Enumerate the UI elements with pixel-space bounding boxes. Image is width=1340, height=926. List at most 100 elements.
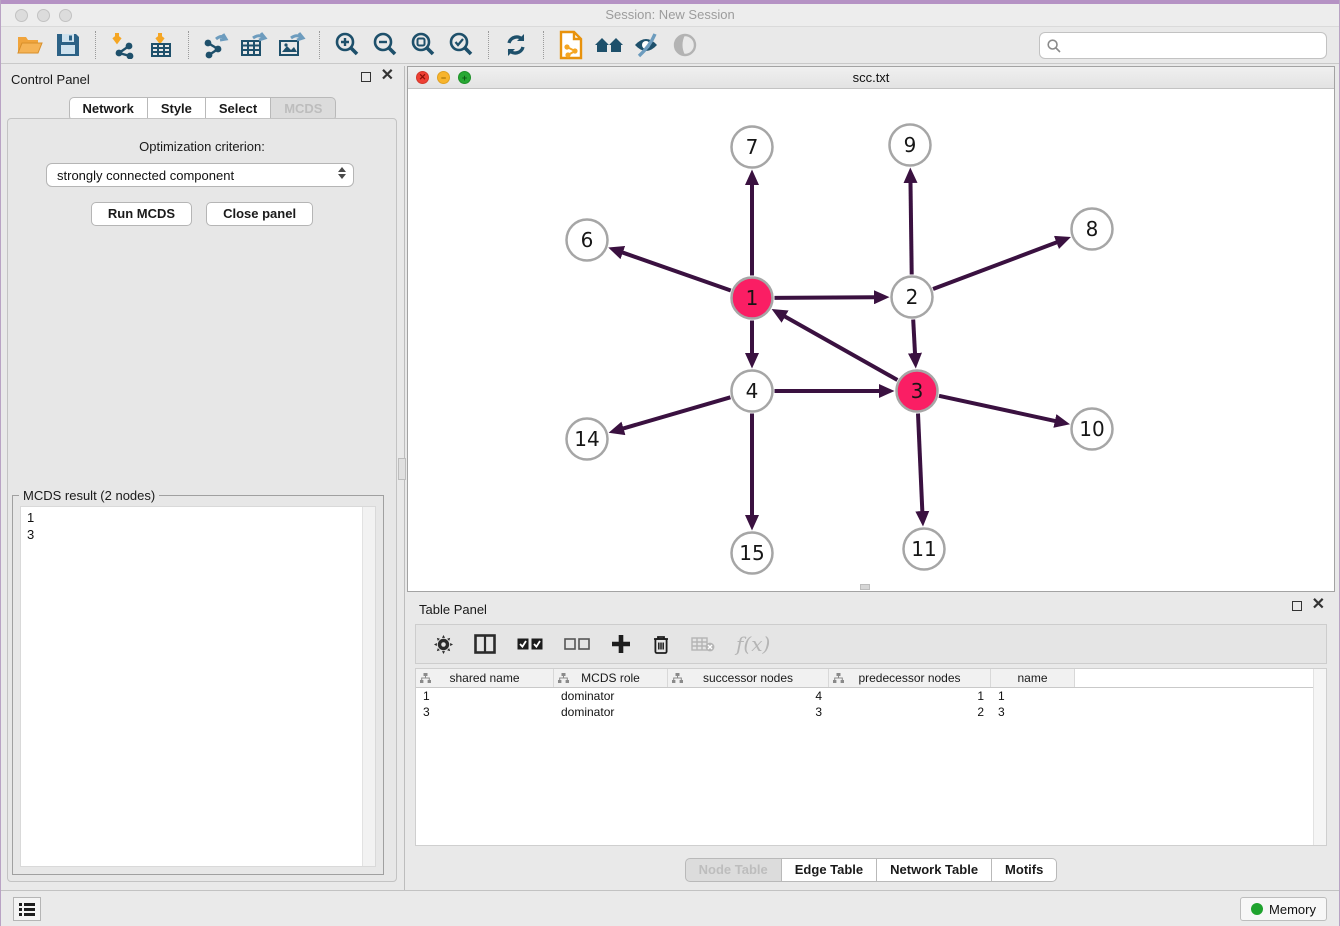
toolbar-separator (543, 31, 544, 59)
mcds-result-group: MCDS result (2 nodes) 1 3 (12, 495, 384, 875)
cell-successor_nodes[interactable]: 4 (668, 688, 829, 704)
graph-node-label: 4 (746, 379, 759, 403)
graph-node-11[interactable]: 11 (904, 529, 945, 570)
column-header-label: name (1017, 671, 1047, 685)
session-title: Session: New Session (1, 7, 1339, 22)
apply-layout-icon[interactable] (500, 30, 532, 60)
home-view-icon[interactable] (593, 30, 625, 60)
zoom-fit-icon[interactable] (407, 30, 439, 60)
tab-edge-table[interactable]: Edge Table (782, 858, 877, 882)
export-table-icon[interactable] (238, 30, 270, 60)
graph-edge-2-3[interactable] (913, 319, 915, 353)
panel-list-button[interactable] (13, 897, 41, 921)
export-network-icon[interactable] (200, 30, 232, 60)
delete-column-icon[interactable] (652, 634, 670, 655)
memory-button[interactable]: Memory (1240, 897, 1327, 921)
cell-name[interactable]: 3 (991, 704, 1075, 720)
close-panel-button[interactable]: Close panel (206, 202, 313, 226)
table-panel-float-icon[interactable] (1292, 600, 1302, 614)
table-body: 1dominator4113dominator323 (416, 688, 1326, 720)
cell-mcds_role[interactable]: dominator (554, 704, 668, 720)
import-network-icon[interactable] (107, 30, 139, 60)
zoom-in-icon[interactable] (331, 30, 363, 60)
network-window: ✕ − + scc.txt 7968124314101511 (407, 66, 1335, 592)
table-scrollbar[interactable] (1313, 669, 1326, 845)
graph-node-8[interactable]: 8 (1072, 209, 1113, 250)
show-panels-icon[interactable] (669, 30, 701, 60)
column-header-label: successor nodes (703, 671, 793, 685)
graph-node-10[interactable]: 10 (1072, 409, 1113, 450)
search-input[interactable] (1066, 38, 1326, 53)
unselect-all-icon[interactable] (564, 638, 590, 651)
zoom-out-icon[interactable] (369, 30, 401, 60)
delete-table-icon (691, 636, 715, 652)
open-session-icon[interactable] (14, 30, 46, 60)
graph-edge-3-1[interactable] (785, 316, 898, 380)
control-panel: Control Panel ✕ NetworkStyleSelectMCDS O… (1, 66, 404, 890)
cell-successor_nodes[interactable]: 3 (668, 704, 829, 720)
graph-node-14[interactable]: 14 (567, 419, 608, 460)
tab-node-table[interactable]: Node Table (685, 858, 782, 882)
column-header-predecessor-nodes[interactable]: predecessor nodes (829, 669, 991, 687)
graph-node-1[interactable]: 1 (732, 278, 773, 319)
graph-node-7[interactable]: 7 (732, 127, 773, 168)
run-mcds-button[interactable]: Run MCDS (91, 202, 192, 226)
table-settings-icon[interactable] (434, 635, 453, 654)
graph-node-15[interactable]: 15 (732, 533, 773, 574)
graph-node-2[interactable]: 2 (892, 277, 933, 318)
tab-motifs[interactable]: Motifs (992, 858, 1057, 882)
control-panel-title: Control Panel (11, 72, 90, 87)
memory-label: Memory (1269, 902, 1316, 917)
duplicate-network-icon[interactable] (555, 30, 587, 60)
column-header-shared-name[interactable]: shared name (416, 669, 554, 687)
canvas-scroll-thumb[interactable] (860, 584, 870, 590)
control-panel-float-icon[interactable] (361, 71, 371, 85)
memory-status-icon (1251, 903, 1263, 915)
graph-node-label: 9 (904, 133, 917, 157)
panel-divider-grip[interactable] (398, 458, 406, 480)
graph-edge-1-6[interactable] (622, 252, 730, 290)
graph-edge-4-14[interactable] (623, 397, 730, 428)
graph-node-9[interactable]: 9 (890, 125, 931, 166)
export-image-icon[interactable] (276, 30, 308, 60)
graph-node-3[interactable]: 3 (897, 371, 938, 412)
save-session-icon[interactable] (52, 30, 84, 60)
mcds-tab-pane: Optimization criterion: strongly connect… (7, 118, 397, 882)
cell-predecessor_nodes[interactable]: 2 (829, 704, 991, 720)
add-column-icon[interactable] (611, 634, 631, 654)
graph-node-label: 6 (581, 228, 594, 252)
select-stepper-icon (338, 167, 346, 179)
function-builder-icon: f(x) (736, 632, 770, 656)
cell-shared_name[interactable]: 1 (416, 688, 554, 704)
graph-node-6[interactable]: 6 (567, 220, 608, 261)
control-panel-close-icon[interactable]: ✕ (381, 69, 394, 85)
cell-predecessor_nodes[interactable]: 1 (829, 688, 991, 704)
split-view-icon[interactable] (474, 634, 496, 654)
graph-node-4[interactable]: 4 (732, 371, 773, 412)
table-panel: Table Panel ✕ (407, 596, 1335, 890)
zoom-selected-icon[interactable] (445, 30, 477, 60)
column-header-MCDS-role[interactable]: MCDS role (554, 669, 668, 687)
optimization-criterion-select[interactable]: strongly connected component (46, 163, 354, 187)
column-header-successor-nodes[interactable]: successor nodes (668, 669, 829, 687)
import-table-icon[interactable] (145, 30, 177, 60)
table-row[interactable]: 3dominator323 (416, 704, 1326, 720)
tab-network-table[interactable]: Network Table (877, 858, 992, 882)
table-panel-close-icon[interactable]: ✕ (1312, 598, 1325, 614)
search-box[interactable] (1039, 32, 1327, 59)
network-canvas[interactable]: 7 9 6 8 1 2 4 3 14 10 15 11 (408, 89, 1334, 591)
cell-shared_name[interactable]: 3 (416, 704, 554, 720)
select-all-icon[interactable] (517, 638, 543, 651)
graph-edge-1-2[interactable] (774, 297, 874, 298)
mcds-result-area[interactable]: 1 3 (20, 506, 376, 867)
cell-mcds_role[interactable]: dominator (554, 688, 668, 704)
column-header-name[interactable]: name (991, 669, 1075, 687)
graph-edge-2-8[interactable] (933, 242, 1057, 289)
graph-edge-3-11[interactable] (918, 413, 922, 511)
mcds-result-scrollbar[interactable] (362, 507, 375, 866)
graph-edge-3-10[interactable] (939, 396, 1055, 421)
cell-name[interactable]: 1 (991, 688, 1075, 704)
hide-panels-icon[interactable] (631, 30, 663, 60)
graph-edge-2-9[interactable] (910, 182, 911, 274)
table-row[interactable]: 1dominator411 (416, 688, 1326, 704)
